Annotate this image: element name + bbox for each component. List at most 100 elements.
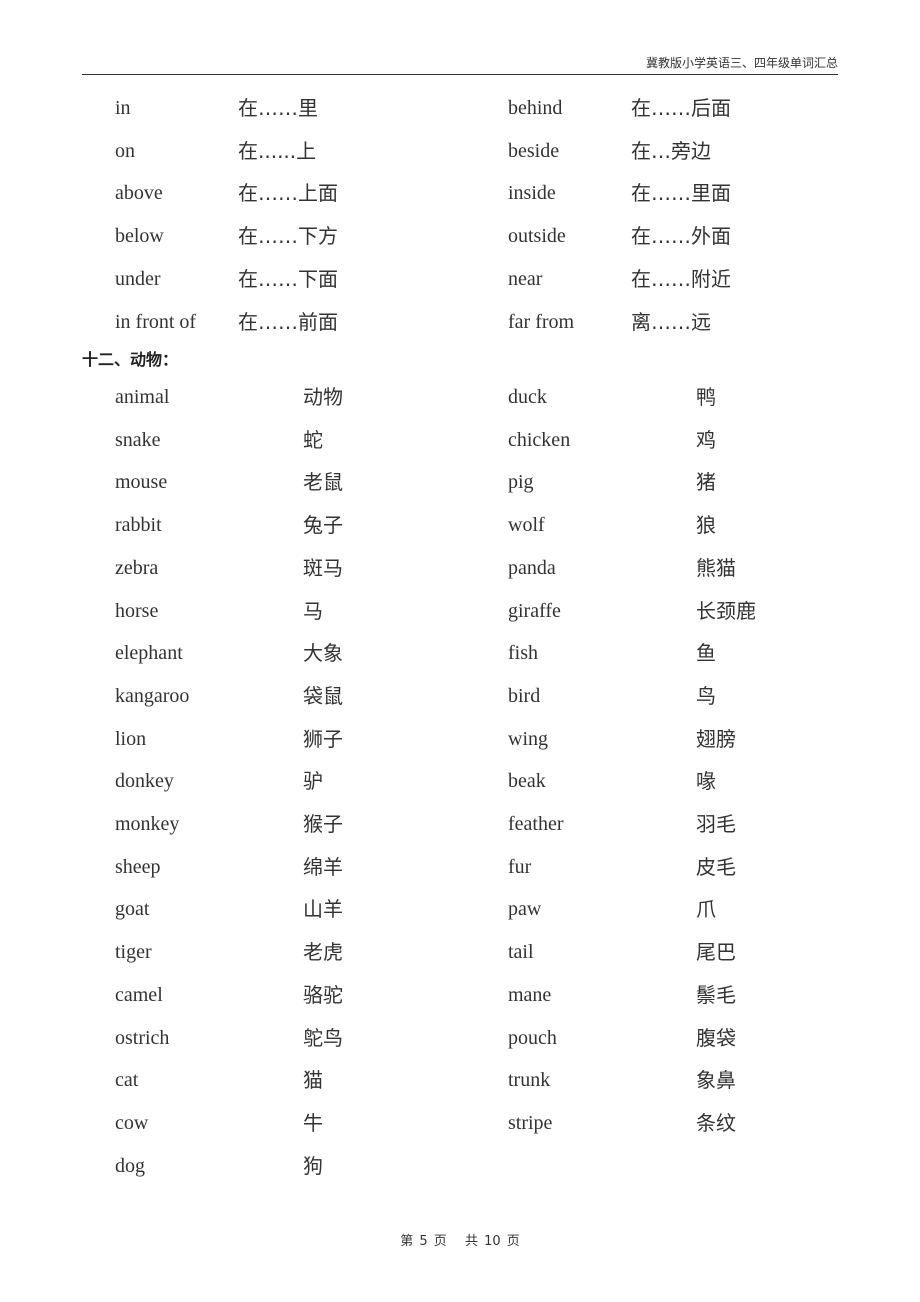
page-header-title: 冀教版小学英语三、四年级单词汇总 [645, 56, 838, 70]
english-word: chicken [508, 428, 571, 451]
chinese-meaning: 绵羊 [303, 854, 343, 879]
chinese-meaning: 动物 [303, 385, 343, 409]
english-word: giraffe [508, 599, 561, 622]
chinese-meaning: 狼 [696, 513, 716, 538]
english-word: mouse [115, 471, 168, 494]
english-word: paw [508, 898, 542, 921]
chinese-meaning: 喙 [696, 769, 716, 794]
chinese-meaning: 鬃毛 [696, 982, 736, 1007]
chinese-meaning: 在……下面 [238, 266, 338, 291]
chinese-meaning: 爪 [696, 897, 716, 922]
english-word: inside [508, 182, 556, 205]
chinese-meaning: 猫 [303, 1068, 323, 1093]
chinese-meaning: 在……里 [238, 96, 318, 120]
english-word: sheep [115, 855, 161, 878]
chinese-meaning: 猪 [696, 470, 716, 495]
chinese-meaning: 驴 [303, 769, 323, 794]
english-word: feather [508, 813, 564, 835]
chinese-meaning: 在……后面 [631, 96, 731, 120]
chinese-meaning: 斑马 [303, 555, 343, 580]
english-word: in [115, 97, 131, 119]
english-word: snake [115, 428, 161, 451]
english-word: wolf [508, 514, 545, 537]
chinese-meaning: 在……下方 [238, 224, 338, 249]
english-word: ostrich [115, 1026, 170, 1049]
english-word: panda [508, 556, 556, 579]
total-pages-label: 共 10 页 [464, 1234, 520, 1249]
english-word: cat [115, 1069, 139, 1092]
chinese-meaning: 袋鼠 [303, 683, 343, 708]
chinese-meaning: 尾巴 [696, 940, 736, 965]
chinese-meaning: 鸵鸟 [303, 1025, 343, 1050]
chinese-meaning: 在……上面 [238, 181, 338, 206]
english-word: stripe [508, 1111, 553, 1134]
english-word: beak [508, 770, 546, 793]
chinese-meaning: 皮毛 [696, 854, 736, 879]
chinese-meaning: 象鼻 [696, 1068, 736, 1093]
english-word: wing [508, 727, 548, 750]
chinese-meaning: 鸭 [696, 385, 716, 409]
english-word: tiger [115, 941, 152, 964]
chinese-meaning: 老虎 [303, 940, 343, 965]
english-word: duck [508, 386, 547, 408]
english-word: in front of [115, 310, 197, 333]
english-word: goat [115, 898, 150, 921]
english-word: rabbit [115, 514, 162, 537]
english-word: outside [508, 225, 566, 248]
english-word: mane [508, 983, 552, 1006]
chinese-meaning: 条纹 [696, 1110, 736, 1135]
chinese-meaning: 牛 [303, 1110, 323, 1135]
chinese-meaning: 在…旁边 [631, 138, 711, 163]
chinese-meaning: 长颈鹿 [696, 598, 756, 623]
english-word: fur [508, 855, 532, 878]
chinese-meaning: 羽毛 [696, 812, 736, 836]
english-word: zebra [115, 556, 159, 579]
english-word: on [115, 139, 135, 162]
chinese-meaning: 猴子 [303, 812, 343, 836]
chinese-meaning: 蛇 [303, 427, 323, 452]
chinese-meaning: 在……前面 [238, 309, 338, 334]
current-page-label: 第 5 页 [400, 1234, 447, 1249]
english-word: behind [508, 97, 563, 119]
chinese-meaning: 在……外面 [631, 224, 731, 249]
english-word: kangaroo [115, 684, 190, 707]
english-word: tail [508, 941, 534, 964]
page-footer: 第 5 页 共 10 页 [0, 1230, 920, 1249]
chinese-meaning: 大象 [303, 641, 343, 666]
english-word: monkey [115, 813, 180, 835]
chinese-meaning: 腹袋 [696, 1025, 736, 1050]
english-word: cow [115, 1111, 149, 1134]
english-word: camel [115, 983, 163, 1006]
english-word: below [115, 225, 164, 248]
english-word: above [115, 182, 163, 205]
chinese-meaning: 狮子 [303, 726, 343, 751]
chinese-meaning: 鸡 [696, 427, 716, 452]
english-word: donkey [115, 770, 174, 793]
english-word: pouch [508, 1026, 557, 1049]
english-word: beside [508, 139, 560, 162]
chinese-meaning: 鱼 [696, 641, 716, 666]
chinese-meaning: 马 [303, 598, 323, 623]
english-word: near [508, 267, 543, 290]
chinese-meaning: 鸟 [696, 683, 716, 708]
english-word: dog [115, 1154, 145, 1177]
header-divider [82, 74, 838, 75]
english-word: far from [508, 310, 575, 333]
english-word: horse [115, 599, 159, 622]
chinese-meaning: 在......上 [238, 138, 317, 163]
english-word: under [115, 267, 161, 290]
english-word: pig [508, 471, 534, 494]
chinese-meaning: 狗 [303, 1153, 323, 1178]
chinese-meaning: 在……附近 [631, 266, 731, 291]
chinese-meaning: 熊猫 [696, 555, 736, 580]
english-word: trunk [508, 1069, 551, 1092]
chinese-meaning: 山羊 [303, 897, 343, 922]
english-word: lion [115, 727, 147, 750]
english-word: animal [115, 386, 170, 408]
english-word: bird [508, 684, 541, 707]
section-title-animals: 十二、动物： [82, 350, 179, 369]
chinese-meaning: 老鼠 [303, 470, 343, 495]
english-word: fish [508, 642, 538, 665]
english-word: elephant [115, 642, 183, 665]
chinese-meaning: 兔子 [303, 513, 343, 538]
